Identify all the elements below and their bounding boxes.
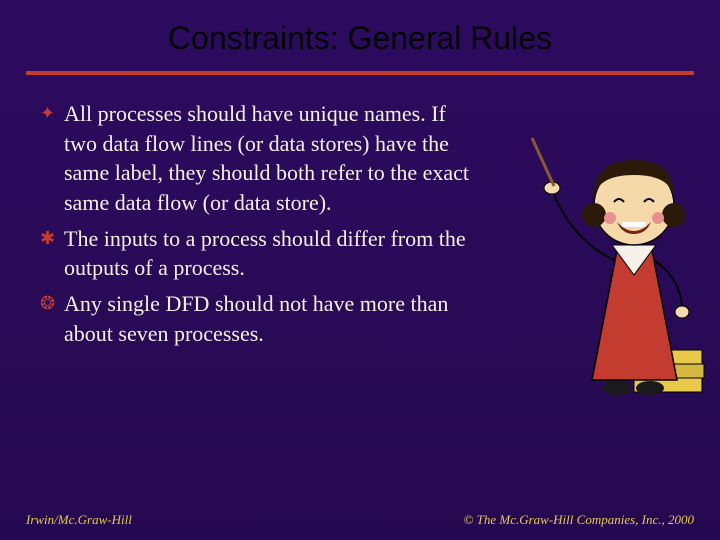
slide: Constraints: General Rules ✦ All process…	[0, 0, 720, 540]
title-area: Constraints: General Rules	[0, 0, 720, 75]
asterisk-icon: ✱	[40, 224, 64, 252]
bullet-item: ✱ The inputs to a process should differ …	[40, 224, 480, 283]
teacher-illustration	[522, 130, 712, 410]
bullet-text: All processes should have unique names. …	[64, 99, 480, 218]
bullet-item: ✦ All processes should have unique names…	[40, 99, 480, 218]
sun-icon: ❂	[40, 289, 64, 317]
star-six-icon: ✦	[40, 99, 64, 127]
bullet-text: Any single DFD should not have more than…	[64, 289, 480, 348]
footer-left: Irwin/Mc.Graw-Hill	[26, 512, 132, 528]
bullet-item: ❂ Any single DFD should not have more th…	[40, 289, 480, 348]
footer: Irwin/Mc.Graw-Hill © The Mc.Graw-Hill Co…	[0, 512, 720, 528]
bullet-text: The inputs to a process should differ fr…	[64, 224, 480, 283]
footer-right: © The Mc.Graw-Hill Companies, Inc., 2000	[464, 512, 695, 528]
slide-title: Constraints: General Rules	[168, 20, 552, 67]
bullet-list: ✦ All processes should have unique names…	[40, 99, 480, 355]
